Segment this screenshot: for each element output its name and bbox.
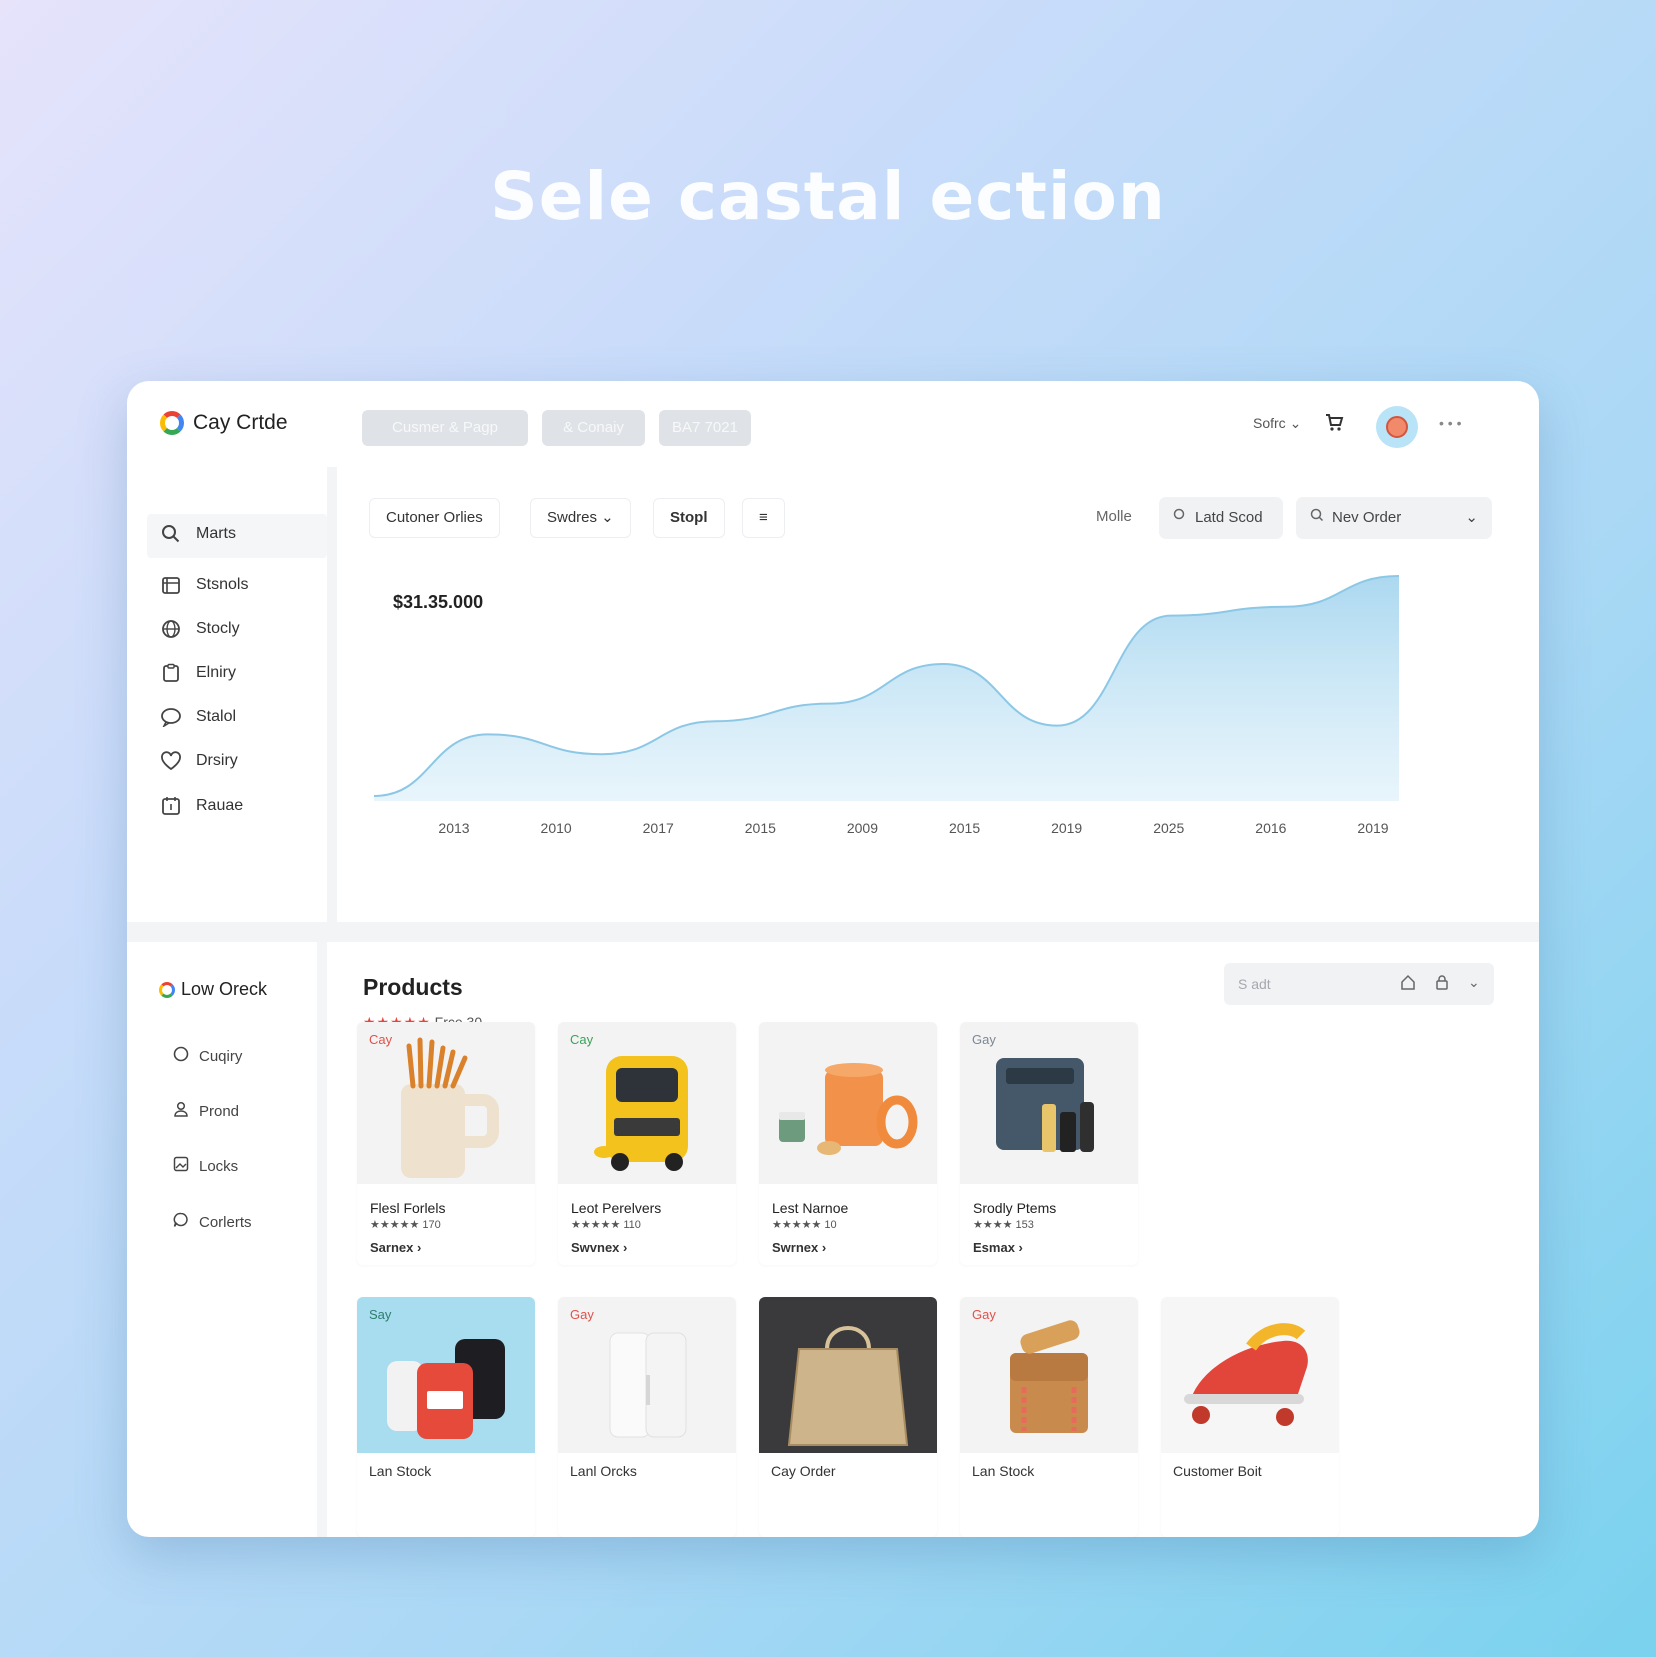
product-rating: ★★★★★ 10 xyxy=(772,1219,837,1231)
x-tick-label: 2009 xyxy=(847,820,878,836)
sidebar2-item-label: Corlerts xyxy=(199,1213,252,1231)
hero-title: Sele castal ection xyxy=(490,158,1166,235)
product-card[interactable]: Customer Boit xyxy=(1161,1297,1339,1537)
product-badge: Cay xyxy=(570,1032,594,1047)
product-image xyxy=(1161,1297,1339,1453)
sidebar2-item-cuqiry[interactable]: Cuqiry xyxy=(173,1046,242,1066)
product-card[interactable]: Say Lan Stock xyxy=(357,1297,535,1537)
product-card[interactable]: Cay Flesl Forlels ★★★★★ 170 Sarnex › xyxy=(357,1022,535,1265)
product-image: Say xyxy=(357,1297,535,1453)
product-shop-link[interactable]: Swrnex › xyxy=(772,1240,826,1255)
product-image xyxy=(759,1022,937,1184)
revenue-chart: 2013 2010 2017 2015 2009 2015 2019 2025 2016 2019 xyxy=(373,575,1400,836)
secondary-title: Low Oreck xyxy=(181,979,268,999)
product-name: Lan Stock xyxy=(369,1463,432,1479)
product-image xyxy=(759,1297,937,1453)
product-badge: Gay xyxy=(972,1307,996,1322)
product-name: Lanl Orcks xyxy=(570,1463,637,1479)
products-search-placeholder: S adt xyxy=(1238,976,1271,992)
x-tick-label: 2013 xyxy=(438,820,469,836)
x-tick-label: 2019 xyxy=(1051,820,1082,836)
secondary-sidebar-divider xyxy=(317,942,327,1537)
user-icon xyxy=(173,1101,189,1121)
lock-icon[interactable] xyxy=(1434,974,1450,993)
product-card[interactable]: Lest Narnoe ★★★★★ 10 Swrnex › xyxy=(759,1022,937,1265)
product-badge: Cay xyxy=(369,1032,393,1047)
product-name: Customer Boit xyxy=(1173,1463,1262,1479)
product-badge: Gay xyxy=(570,1307,594,1322)
product-card[interactable]: Cay Order xyxy=(759,1297,937,1537)
product-name: Flesl Forlels xyxy=(370,1200,446,1216)
secondary-sidebar xyxy=(127,942,317,1537)
products-search[interactable]: S adt ⌄ xyxy=(1224,963,1494,1005)
product-image: Gay xyxy=(960,1297,1138,1453)
x-tick-label: 2017 xyxy=(643,820,674,836)
circle-icon xyxy=(173,1046,189,1066)
sidebar2-item-label: Prond xyxy=(199,1102,240,1120)
product-card[interactable]: Gay Lanl Orcks xyxy=(558,1297,736,1537)
product-rating: ★★★★★ 170 xyxy=(370,1219,441,1231)
logo-icon xyxy=(159,981,175,998)
product-card[interactable]: Cay Leot Perelvers ★★★★★ 110 Swvnex › xyxy=(558,1022,736,1265)
product-image: Gay xyxy=(960,1022,1138,1184)
sidebar2-item-prond[interactable]: Prond xyxy=(173,1101,239,1121)
chevron-down-icon[interactable]: ⌄ xyxy=(1468,974,1480,991)
product-rating: ★★★★ 153 xyxy=(973,1219,1034,1231)
product-shop-link[interactable]: Esmax › xyxy=(973,1240,1023,1255)
product-badge: Gay xyxy=(972,1032,996,1047)
product-image: Cay xyxy=(558,1022,736,1184)
x-tick-label: 2016 xyxy=(1255,820,1286,836)
product-rating: ★★★★★ 110 xyxy=(571,1219,641,1231)
x-tick-label: 2015 xyxy=(949,820,980,836)
product-name: Srodly Ptems xyxy=(973,1200,1057,1216)
comment-icon xyxy=(173,1212,189,1232)
product-card[interactable]: Gay Lan Stock xyxy=(960,1297,1138,1537)
image-icon xyxy=(173,1156,189,1176)
product-name: Cay Order xyxy=(771,1463,836,1479)
products-title: Products xyxy=(363,974,463,1000)
product-image: Cay xyxy=(357,1022,535,1184)
x-tick-label: 2025 xyxy=(1153,820,1184,836)
secondary-logo[interactable]: Low Oreck xyxy=(159,979,267,1000)
sidebar2-item-label: Cuqiry xyxy=(199,1047,243,1065)
x-tick-label: 2010 xyxy=(541,820,572,836)
x-tick-label: 2019 xyxy=(1357,820,1388,836)
product-shop-link[interactable]: Swvnex › xyxy=(571,1240,627,1255)
sidebar2-item-label: Locks xyxy=(199,1157,239,1175)
product-badge: Say xyxy=(369,1307,392,1322)
app-window: Cay Crtde Cusmer & Pagp & Conaiy BA7 702… xyxy=(127,381,1539,1537)
product-name: Lest Narnoe xyxy=(772,1200,849,1216)
x-tick-label: 2015 xyxy=(745,820,776,836)
section-divider xyxy=(127,922,1539,942)
product-card[interactable]: Gay Srodly Ptems ★★★★ 153 Esmax › xyxy=(960,1022,1138,1265)
product-image: Gay xyxy=(558,1297,736,1453)
product-shop-link[interactable]: Sarnex › xyxy=(370,1240,421,1255)
sidebar2-item-locks[interactable]: Locks xyxy=(173,1156,238,1176)
product-name: Lan Stock xyxy=(972,1463,1035,1479)
sidebar2-item-corlerts[interactable]: Corlerts xyxy=(173,1212,252,1232)
home-icon[interactable] xyxy=(1400,974,1416,993)
product-name: Leot Perelvers xyxy=(571,1200,662,1216)
